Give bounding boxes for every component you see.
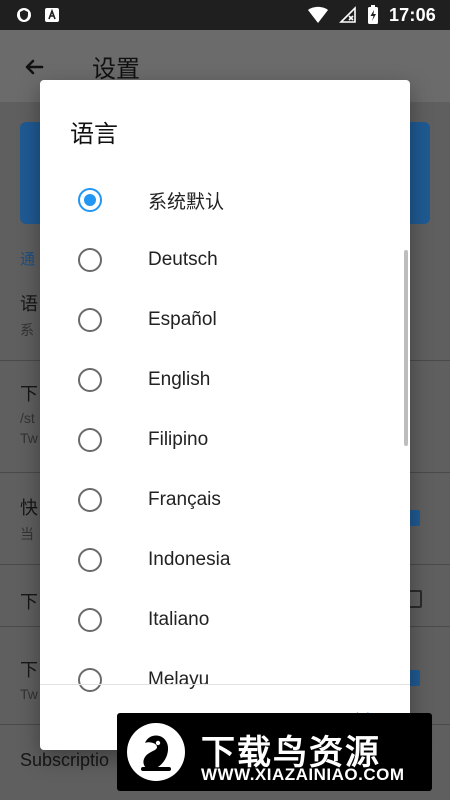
back-arrow-icon[interactable] (22, 54, 48, 80)
status-right: 17:06 (307, 5, 450, 26)
language-option-english[interactable]: English (40, 350, 410, 410)
language-label: 系统默认 (148, 191, 225, 213)
radio-button[interactable] (78, 608, 102, 632)
language-option-melayu[interactable]: Melayu (40, 650, 410, 710)
a-app-icon (45, 8, 59, 22)
watermark-url: WWW.XIAZAINIAO.COM (201, 765, 405, 784)
status-bar: 17:06 (0, 0, 450, 30)
no-signal-icon (339, 6, 356, 23)
radio-button[interactable] (78, 188, 102, 212)
radio-button[interactable] (78, 308, 102, 332)
language-option-filipino[interactable]: Filipino (40, 410, 410, 470)
shield-icon (17, 8, 31, 22)
language-label: Français (148, 489, 221, 510)
language-option-italiano[interactable]: Italiano (40, 590, 410, 650)
dialog-footer-divider (40, 684, 410, 685)
language-label: Italiano (148, 609, 210, 630)
battery-charging-icon (367, 5, 378, 24)
language-label: Indonesia (148, 549, 231, 570)
dialog-scrollbar[interactable] (404, 250, 408, 446)
language-option-francais[interactable]: Français (40, 470, 410, 530)
watermark-banner: 下载鸟资源 WWW.XIAZAINIAO.COM (117, 713, 432, 791)
language-label: Deutsch (148, 249, 218, 270)
radio-button[interactable] (78, 548, 102, 572)
dialog-title: 语言 (70, 121, 118, 148)
language-label: Filipino (148, 429, 209, 450)
status-time: 17:06 (388, 4, 436, 25)
radio-button[interactable] (78, 488, 102, 512)
language-options-list: 系统默认 Deutsch Español English Filipino Fr… (40, 170, 410, 750)
radio-button[interactable] (78, 428, 102, 452)
language-option-indonesia[interactable]: Indonesia (40, 530, 410, 590)
language-label: Español (148, 309, 217, 330)
radio-button[interactable] (78, 368, 102, 392)
wifi-icon (307, 6, 328, 23)
bird-logo-icon (127, 723, 185, 781)
language-option-espanol[interactable]: Español (40, 290, 410, 350)
language-label: Melayu (148, 669, 210, 690)
page-title: 设置 (92, 55, 140, 83)
radio-button[interactable] (78, 668, 102, 692)
status-left (0, 7, 60, 23)
language-option-system-default[interactable]: 系统默认 (40, 170, 410, 230)
language-option-deutsch[interactable]: Deutsch (40, 230, 410, 290)
language-label: English (148, 369, 211, 390)
section-label: 通 (20, 251, 36, 268)
language-dialog: 语言 系统默认 Deutsch Español English Filipino… (40, 80, 410, 750)
radio-button[interactable] (78, 248, 102, 272)
